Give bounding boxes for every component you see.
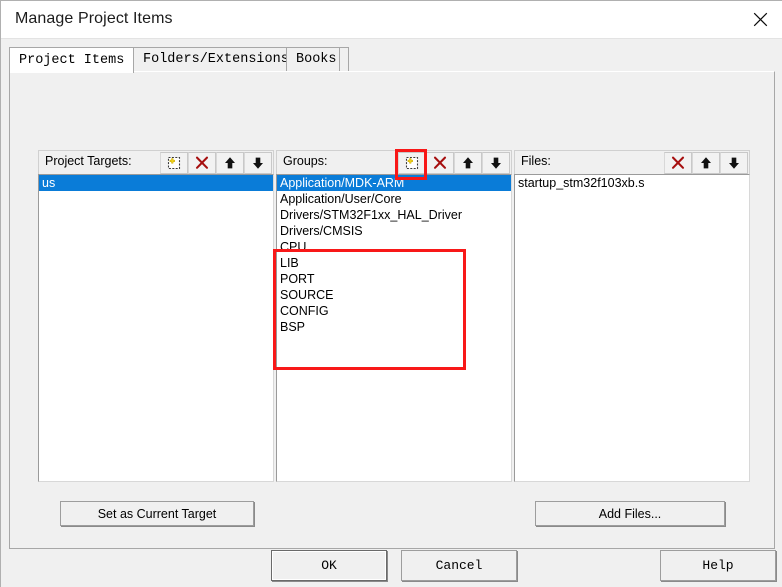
files-list: startup_stm32f103xb.s [515, 175, 749, 191]
tab-label: Books [296, 52, 337, 67]
files-toolbar [664, 151, 748, 175]
window-title: Manage Project Items [15, 10, 173, 27]
project-targets-label: Project Targets: [45, 154, 132, 168]
groups-header: Groups: [276, 150, 512, 174]
new-item-icon[interactable] [398, 152, 426, 174]
files-header: Files: [514, 150, 750, 174]
project-targets-header: Project Targets: [38, 150, 274, 174]
tab-books[interactable]: Books [286, 47, 347, 71]
move-down-icon[interactable] [482, 152, 510, 174]
button-label: Set as Current Target [97, 506, 217, 521]
tab-label: Project Items [19, 53, 125, 68]
list-item[interactable]: Application/MDK-ARM [277, 175, 511, 191]
add-files-button[interactable]: Add Files... [535, 501, 725, 526]
tab-folders-extensions[interactable]: Folders/Extensions [133, 47, 299, 71]
list-item[interactable]: LIB [277, 255, 511, 271]
tab-label: Folders/Extensions [143, 52, 289, 67]
groups-label: Groups: [283, 154, 328, 168]
title-bar: Manage Project Items [1, 1, 782, 39]
move-up-icon[interactable] [216, 152, 244, 174]
project-targets-toolbar [160, 151, 272, 175]
button-label: Add Files... [598, 506, 662, 521]
project-targets-list: us [39, 175, 273, 191]
files-label: Files: [521, 154, 551, 168]
cancel-button[interactable]: Cancel [401, 550, 517, 581]
groups-toolbar [398, 151, 510, 175]
manage-project-items-dialog: Manage Project Items Project Items Folde… [0, 0, 782, 587]
move-down-icon[interactable] [244, 152, 272, 174]
list-item[interactable]: CONFIG [277, 303, 511, 319]
project-items-panel: Project Targets: us Groups: Application/… [9, 71, 775, 549]
move-up-icon[interactable] [692, 152, 720, 174]
list-item[interactable]: startup_stm32f103xb.s [515, 175, 749, 191]
list-item[interactable]: Drivers/CMSIS [277, 223, 511, 239]
button-label: Help [702, 558, 734, 573]
move-down-icon[interactable] [720, 152, 748, 174]
tab-project-items[interactable]: Project Items [9, 47, 135, 73]
list-item[interactable]: BSP [277, 319, 511, 335]
delete-icon[interactable] [426, 152, 454, 174]
ok-button[interactable]: OK [271, 550, 387, 581]
groups-listbox[interactable]: Application/MDK-ARM Application/User/Cor… [276, 174, 512, 482]
delete-icon[interactable] [664, 152, 692, 174]
help-button[interactable]: Help [660, 550, 776, 581]
list-item[interactable]: CPU [277, 239, 511, 255]
new-item-icon[interactable] [160, 152, 188, 174]
tab-filler [339, 47, 349, 71]
move-up-icon[interactable] [454, 152, 482, 174]
dialog-body: Project Items Folders/Extensions Books P… [1, 39, 782, 587]
tab-strip: Project Items Folders/Extensions Books [9, 47, 775, 73]
set-as-current-target-button[interactable]: Set as Current Target [60, 501, 254, 526]
files-listbox[interactable]: startup_stm32f103xb.s [514, 174, 750, 482]
list-item[interactable]: Application/User/Core [277, 191, 511, 207]
button-label: OK [321, 558, 337, 573]
groups-list: Application/MDK-ARM Application/User/Cor… [277, 175, 511, 335]
button-label: Cancel [435, 558, 483, 573]
project-targets-listbox[interactable]: us [38, 174, 274, 482]
delete-icon[interactable] [188, 152, 216, 174]
list-item[interactable]: SOURCE [277, 287, 511, 303]
list-item[interactable]: us [39, 175, 273, 191]
list-item[interactable]: Drivers/STM32F1xx_HAL_Driver [277, 207, 511, 223]
list-item[interactable]: PORT [277, 271, 511, 287]
close-icon[interactable] [737, 1, 782, 38]
